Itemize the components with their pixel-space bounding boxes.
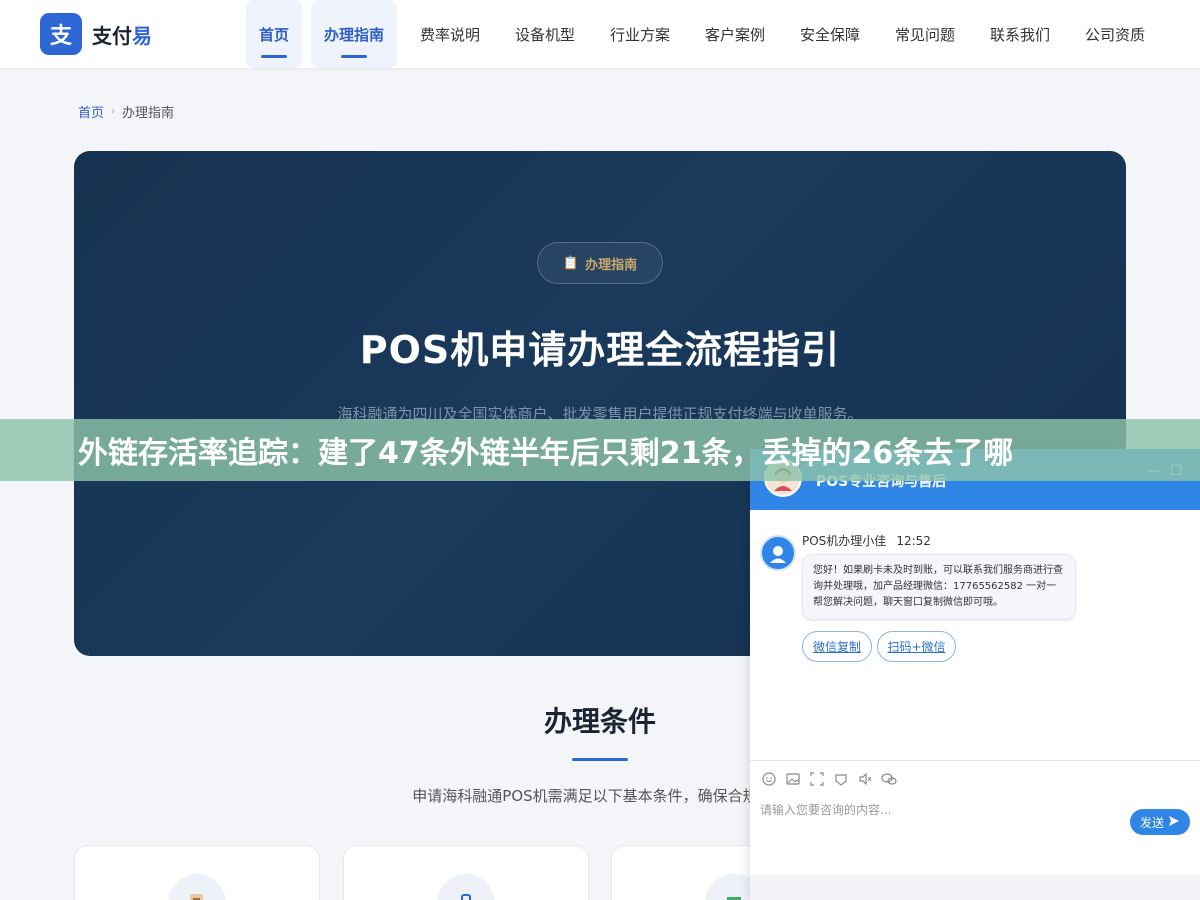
chat-toolbar <box>760 770 904 788</box>
nav-item-contact[interactable]: 联系我们 <box>987 0 1053 68</box>
wechat-icon[interactable] <box>880 770 898 788</box>
main-nav: 首页 办理指南 费率说明 设备机型 行业方案 客户案例 安全保障 常见问题 联系… <box>246 0 1148 68</box>
scroll-icon <box>168 874 226 900</box>
nav-item-cases[interactable]: 客户案例 <box>702 0 768 68</box>
nav-item-industry[interactable]: 行业方案 <box>607 0 673 68</box>
rating-icon[interactable] <box>832 770 850 788</box>
chat-footer <box>750 875 1200 900</box>
hero-badge-label: 办理指南 <box>585 257 638 273</box>
nav-item-qualification[interactable]: 公司资质 <box>1082 0 1148 68</box>
chat-widget: POS专业咨询与售后 — ☐ POS机办理小佳12:52 您好！如果刷卡未及时到… <box>750 449 1200 900</box>
logo-text: 支付易 <box>92 20 152 49</box>
article-title-banner[interactable]: 外链存活率追踪：建了47条外链半年后只剩21条，丢掉的26条去了哪 <box>0 419 1200 481</box>
nav-item-guide[interactable]: 办理指南 <box>311 0 397 68</box>
breadcrumb-separator: › <box>111 106 116 117</box>
condition-card <box>343 845 589 900</box>
message-bubble: 您好！如果刷卡未及时到账，可以联系我们服务商进行查询并处理哦，加产品经理微信：1… <box>802 554 1076 620</box>
breadcrumb-home-link[interactable]: 首页 <box>78 102 104 121</box>
agent-name: POS机办理小佳 <box>802 534 887 548</box>
screenshot-icon[interactable] <box>808 770 826 788</box>
copy-wechat-button[interactable]: 微信复制 <box>802 631 872 662</box>
hero-title: POS机申请办理全流程指引 <box>359 328 841 372</box>
voice-icon[interactable] <box>856 770 874 788</box>
nav-item-home[interactable]: 首页 <box>246 0 302 68</box>
hero-badge: 📋 办理指南 <box>537 242 663 284</box>
nav-item-rates[interactable]: 费率说明 <box>417 0 483 68</box>
send-arrow-icon <box>1168 815 1180 830</box>
top-navigation-bar: 支 支付易 首页 办理指南 费率说明 设备机型 行业方案 客户案例 安全保障 常… <box>0 0 1200 68</box>
chat-divider <box>750 760 1200 761</box>
nav-item-faq[interactable]: 常见问题 <box>892 0 958 68</box>
logo-mark-icon: 支 <box>40 13 82 55</box>
logo-text-accent: 易 <box>132 23 152 48</box>
scan-wechat-button[interactable]: 扫码+微信 <box>877 631 956 662</box>
send-button[interactable]: 发送 <box>1130 809 1190 835</box>
site-logo[interactable]: 支 支付易 <box>40 13 152 55</box>
breadcrumb-current: 办理指南 <box>122 106 175 121</box>
emoji-icon[interactable] <box>760 770 778 788</box>
breadcrumb: 首页 › 办理指南 <box>78 102 174 121</box>
message-meta: POS机办理小佳 12:52 <box>802 532 931 549</box>
chat-message-input[interactable] <box>760 799 1120 821</box>
nav-item-security[interactable]: 安全保障 <box>797 0 863 68</box>
image-icon[interactable] <box>784 770 802 788</box>
agent-message-avatar <box>760 535 796 571</box>
logo-text-main: 支付 <box>92 23 132 48</box>
clipboard-icon: 📋 <box>562 255 580 271</box>
nav-item-devices[interactable]: 设备机型 <box>512 0 578 68</box>
message-time: 12:52 <box>896 534 931 548</box>
phone-icon <box>437 874 495 900</box>
condition-card <box>74 845 320 900</box>
conditions-title-underline <box>572 758 628 761</box>
send-button-label: 发送 <box>1139 815 1164 830</box>
